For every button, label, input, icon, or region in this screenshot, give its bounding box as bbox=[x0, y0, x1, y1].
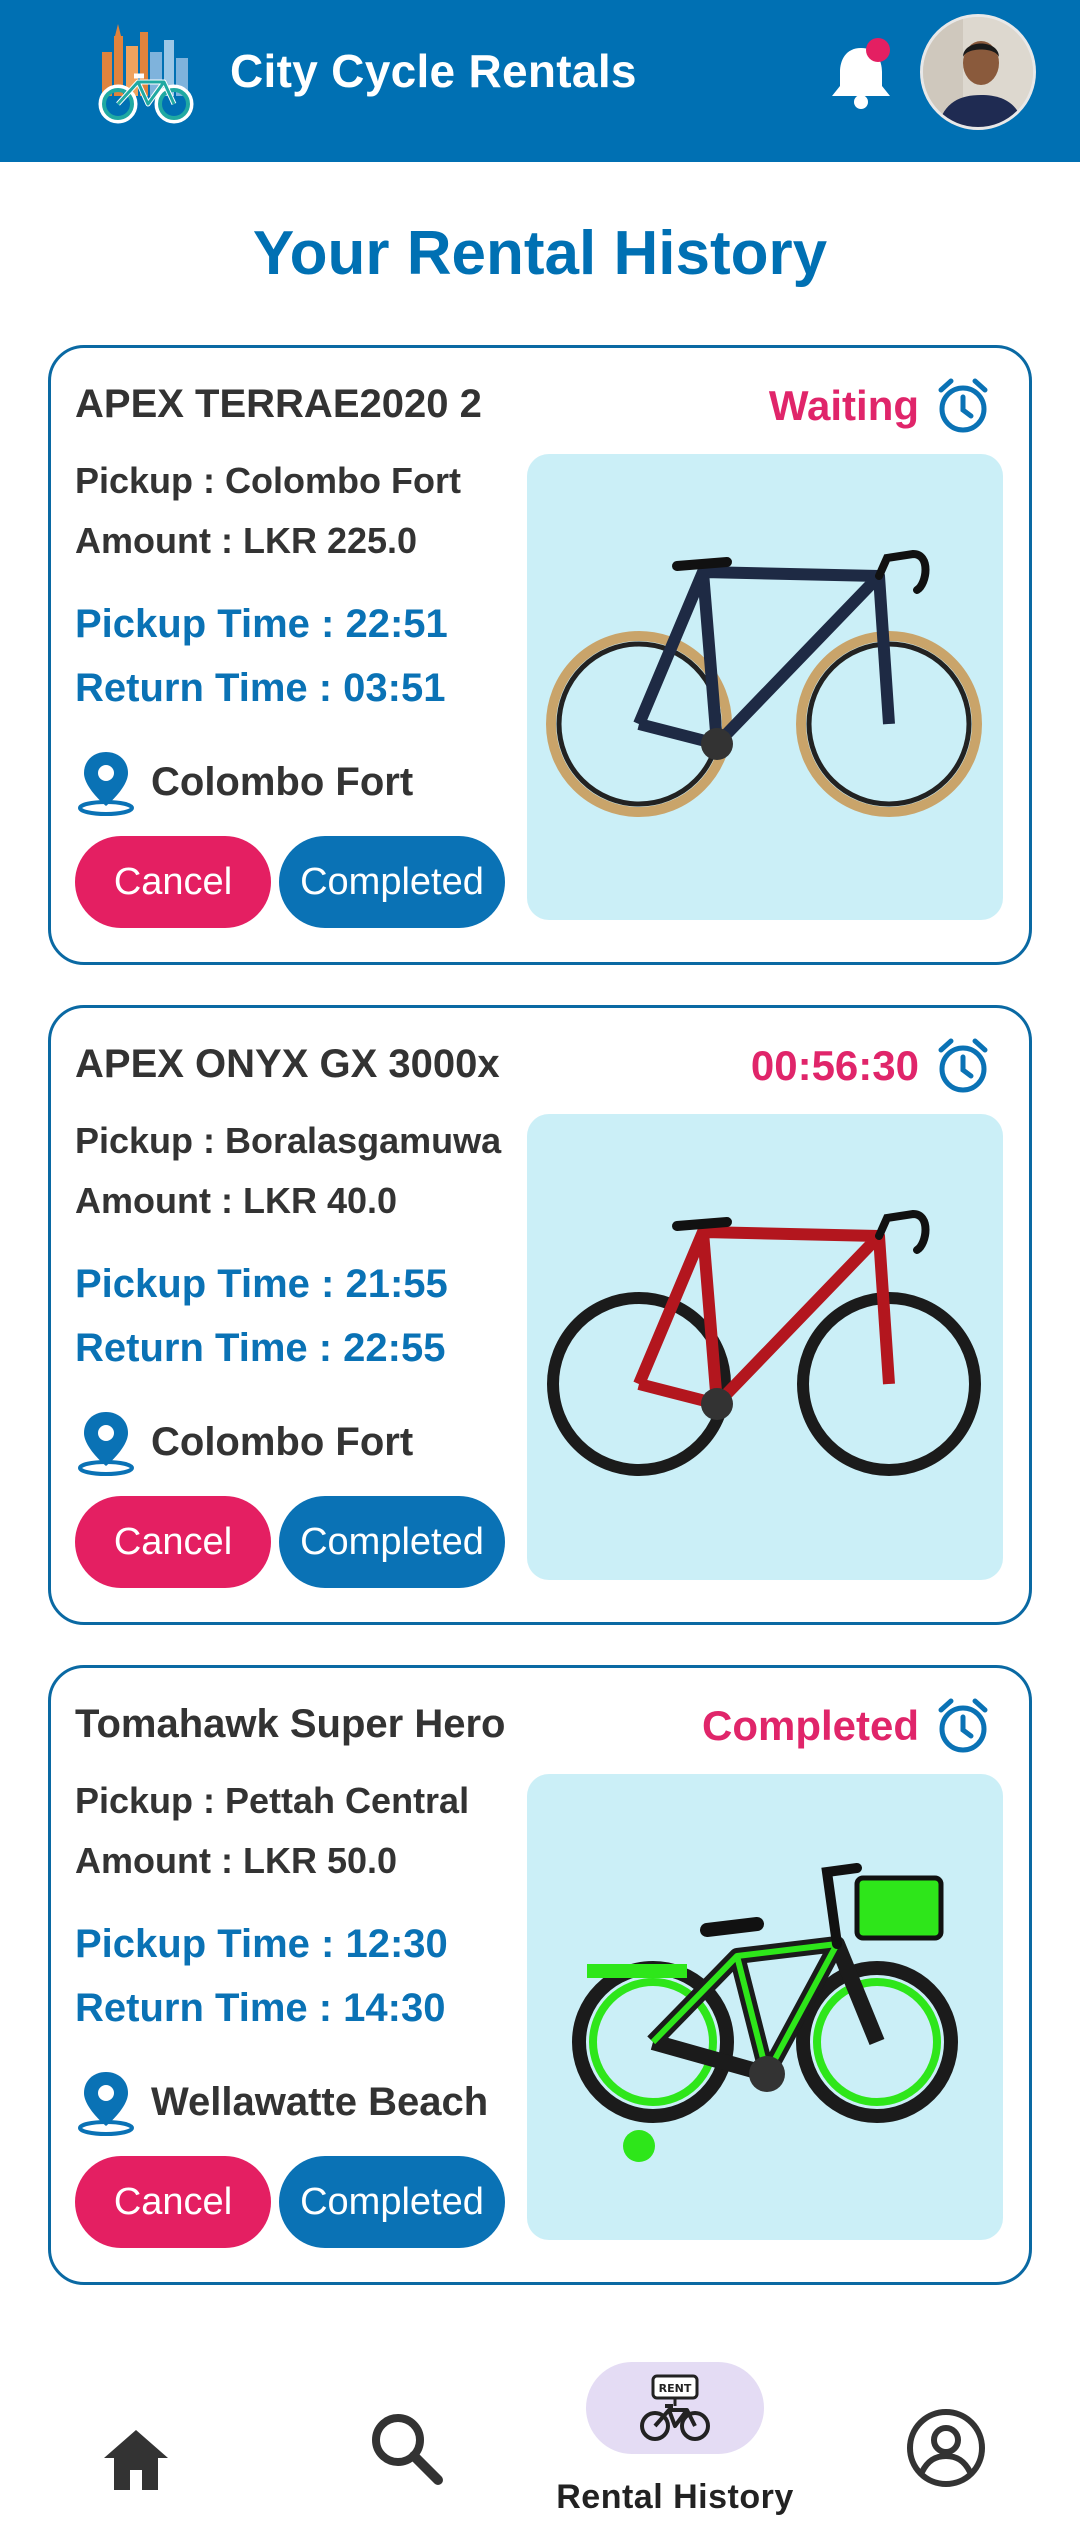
rental-card: APEX ONYX GX 3000x 00:56:30 Pickup : Bor… bbox=[48, 1005, 1032, 1625]
notification-bell-icon[interactable] bbox=[826, 36, 896, 110]
nav-rental-history[interactable]: RENT bbox=[586, 2362, 764, 2454]
notification-badge bbox=[866, 38, 890, 62]
completed-button[interactable]: Completed bbox=[279, 2156, 505, 2248]
bike-name: APEX TERRAE2020 2 bbox=[75, 382, 482, 426]
rental-card: APEX TERRAE2020 2 Waiting Pickup : Colom… bbox=[48, 345, 1032, 965]
rental-status: Completed bbox=[702, 1694, 993, 1758]
return-time: Return Time : 14:30 bbox=[75, 1986, 446, 2030]
rent-bike-icon: RENT bbox=[640, 2374, 710, 2441]
return-location: Colombo Fort bbox=[75, 1408, 413, 1476]
road-bike-illustration bbox=[546, 549, 982, 817]
svg-text:RENT: RENT bbox=[659, 2382, 692, 2395]
pickup-time: Pickup Time : 21:55 bbox=[75, 1262, 448, 1306]
user-photo-icon bbox=[923, 17, 1033, 127]
location-pin-icon bbox=[78, 2072, 134, 2136]
road-bike-illustration bbox=[547, 1209, 981, 1476]
cancel-button[interactable]: Cancel bbox=[75, 2156, 271, 2248]
location-pin-icon bbox=[78, 752, 134, 816]
rental-card: Tomahawk Super Hero Completed Pickup : P… bbox=[48, 1665, 1032, 2285]
nav-rental-history-label[interactable]: Rental History bbox=[520, 2478, 830, 2517]
return-time: Return Time : 03:51 bbox=[75, 666, 446, 710]
rental-status: Waiting bbox=[769, 374, 993, 438]
return-location: Wellawatte Beach bbox=[75, 2068, 488, 2136]
pickup-time: Pickup Time : 22:51 bbox=[75, 602, 448, 646]
amount: Amount : LKR 225.0 bbox=[75, 520, 418, 561]
return-location: Colombo Fort bbox=[75, 748, 413, 816]
city-cycle-logo-icon[interactable] bbox=[88, 22, 203, 127]
bike-image bbox=[527, 1774, 1003, 2240]
home-icon[interactable] bbox=[96, 2420, 176, 2500]
amount: Amount : LKR 50.0 bbox=[75, 1840, 398, 1881]
kids-bike-illustration bbox=[572, 1863, 958, 2162]
bottom-navigation: RENT Rental History bbox=[0, 2330, 1080, 2535]
return-time: Return Time : 22:55 bbox=[75, 1326, 446, 1370]
app-title: City Cycle Rentals bbox=[230, 45, 637, 97]
completed-button[interactable]: Completed bbox=[279, 836, 505, 928]
location-pin-icon bbox=[78, 1412, 134, 1476]
bike-image bbox=[527, 1114, 1003, 1580]
status-text: Completed bbox=[701, 1702, 919, 1749]
bike-name: Tomahawk Super Hero bbox=[75, 1702, 506, 1746]
pickup-time: Pickup Time : 12:30 bbox=[75, 1922, 448, 1966]
completed-button[interactable]: Completed bbox=[279, 1496, 505, 1588]
app-bar: City Cycle Rentals bbox=[0, 0, 1080, 162]
location-text: Wellawatte Beach bbox=[151, 2079, 489, 2124]
location-text: Colombo Fort bbox=[151, 1419, 414, 1464]
search-icon[interactable] bbox=[366, 2408, 446, 2488]
pickup-location: Pickup : Boralasgamuwa bbox=[75, 1120, 502, 1161]
user-avatar[interactable] bbox=[920, 14, 1036, 130]
amount: Amount : LKR 40.0 bbox=[75, 1180, 398, 1221]
alarm-clock-icon bbox=[938, 1038, 988, 1093]
page-title: Your Rental History bbox=[252, 219, 828, 288]
status-text: 00:56:30 bbox=[750, 1042, 919, 1089]
pickup-location: Pickup : Colombo Fort bbox=[75, 460, 461, 501]
alarm-clock-icon bbox=[938, 1698, 988, 1753]
profile-icon[interactable] bbox=[904, 2406, 988, 2490]
location-text: Colombo Fort bbox=[151, 759, 414, 804]
rental-status: 00:56:30 bbox=[751, 1034, 993, 1098]
bike-name: APEX ONYX GX 3000x bbox=[75, 1042, 500, 1086]
pickup-location: Pickup : Pettah Central bbox=[75, 1780, 470, 1821]
cancel-button[interactable]: Cancel bbox=[75, 1496, 271, 1588]
bike-image bbox=[527, 454, 1003, 920]
cancel-button[interactable]: Cancel bbox=[75, 836, 271, 928]
status-text: Waiting bbox=[768, 382, 919, 429]
alarm-clock-icon bbox=[938, 378, 988, 433]
